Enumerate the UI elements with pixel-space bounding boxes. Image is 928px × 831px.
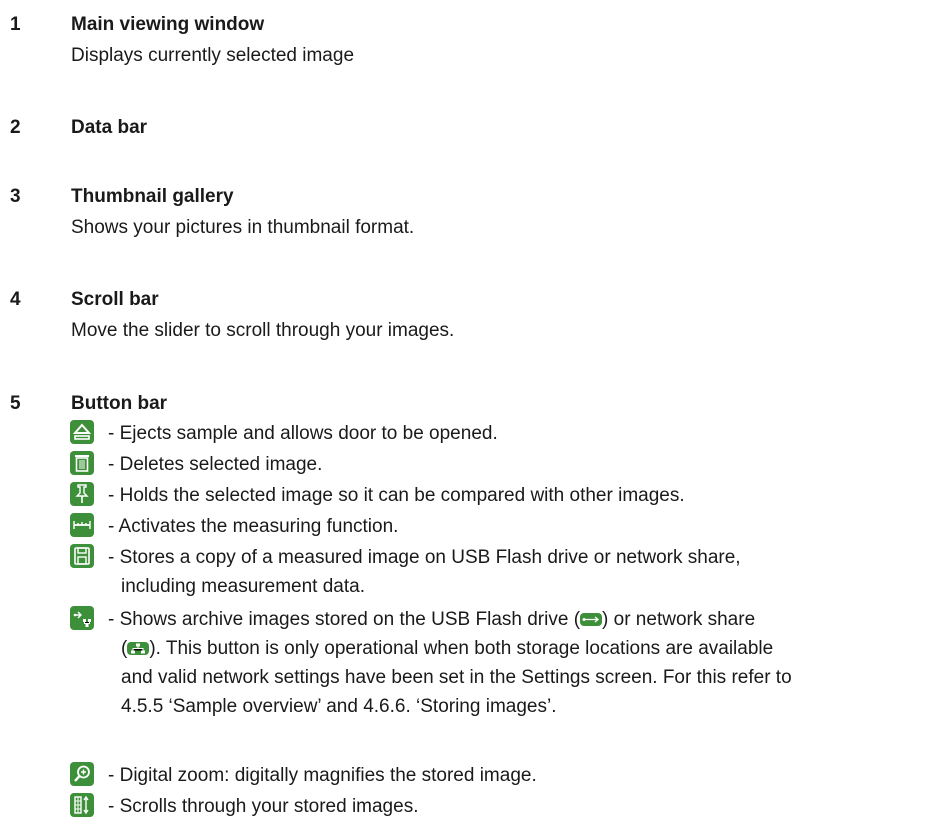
button-description-text: - Stores a copy of a measured image on U… [108, 543, 918, 601]
section-number: 4 [10, 289, 21, 310]
text-line: including measurement data. [121, 576, 365, 597]
section-description: Move the slider to scroll through your i… [71, 320, 455, 341]
section-number: 2 [10, 117, 21, 138]
text-segment: ). This button is only operational when … [149, 638, 774, 659]
section-title: Button bar [71, 393, 168, 414]
section-number: 5 [10, 393, 21, 414]
button-description-text: - Deletes selected image. [108, 454, 323, 475]
ruler-icon [70, 513, 94, 537]
section-description: Displays currently selected image [71, 45, 355, 66]
section-title: Thumbnail gallery [71, 186, 234, 207]
network-icon [127, 642, 150, 655]
scroll-icon [70, 793, 94, 817]
eject-icon [70, 420, 94, 444]
trash-icon [70, 451, 94, 475]
text-line: and valid network settings have been set… [121, 667, 792, 688]
section-title: Scroll bar [71, 289, 159, 310]
usb-icon [580, 613, 603, 626]
button-description-text: - Shows archive images stored on the USB… [108, 605, 918, 721]
section-title: Data bar [71, 117, 148, 138]
button-description-text: - Digital zoom: digitally magnifies the … [108, 765, 537, 786]
button-description-text: - Scrolls through your stored images. [108, 796, 419, 817]
text-line: (). This button is only operational when… [108, 634, 918, 663]
section-number: 1 [10, 14, 21, 35]
button-description-text: - Ejects sample and allows door to be op… [108, 423, 498, 444]
text-line: 4.5.5 ‘Sample overview’ and 4.6.6. ‘Stor… [121, 696, 557, 717]
button-description-text: - Activates the measuring function. [108, 516, 399, 537]
text-line: - Stores a copy of a measured image on U… [108, 547, 741, 568]
text-segment: - Shows archive images stored on the USB… [108, 609, 581, 630]
pin-icon [70, 482, 94, 506]
section-title: Main viewing window [71, 14, 265, 35]
section-description: Shows your pictures in thumbnail format. [71, 217, 415, 238]
archive-icon [70, 606, 94, 630]
zoom-icon [70, 762, 94, 786]
save-icon [70, 544, 94, 568]
text-segment: ) or network share [602, 609, 756, 630]
section-number: 3 [10, 186, 21, 207]
button-description-text: - Holds the selected image so it can be … [108, 485, 685, 506]
